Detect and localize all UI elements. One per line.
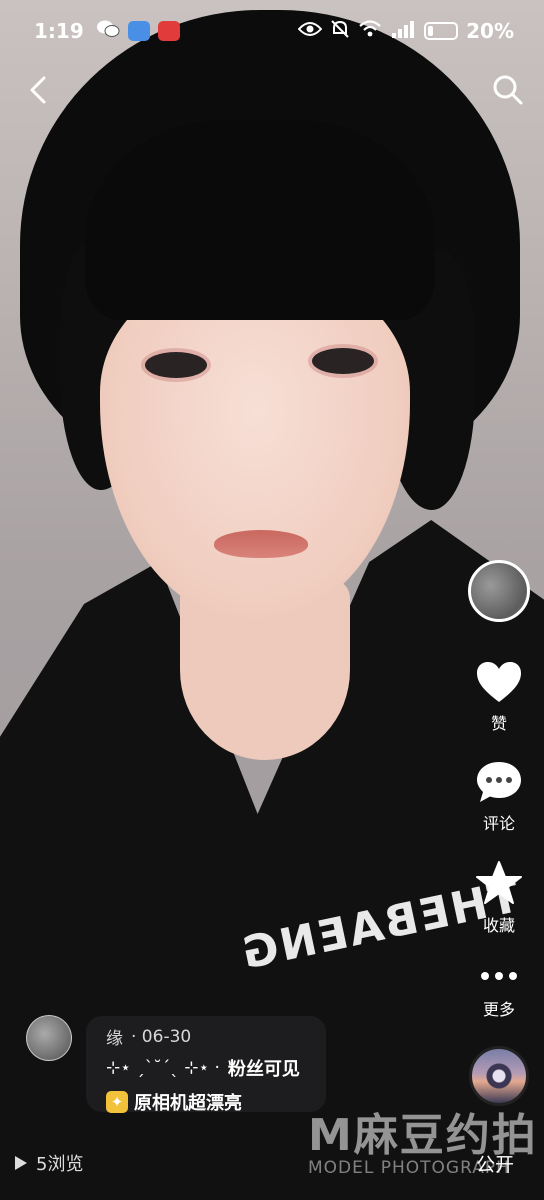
- favorite-label: 收藏: [482, 916, 515, 935]
- search-icon: [493, 75, 523, 105]
- status-bar: 1:19 20%: [0, 0, 544, 62]
- more-label: 更多: [482, 1000, 515, 1019]
- post-date: · 06-30: [131, 1026, 192, 1047]
- comment-button[interactable]: 评论: [475, 760, 523, 834]
- author-name[interactable]: 缘: [106, 1024, 123, 1049]
- eye-icon: [297, 20, 323, 42]
- status-time: 1:19: [34, 19, 84, 43]
- post-info-card[interactable]: 缘 · 06-30 ⊹⋆ ˏˋ˘ˊˎ ⊹⋆ · 粉丝可见 ✦ 原相机超漂亮: [86, 1016, 326, 1115]
- photo-eye-right: [312, 348, 374, 374]
- action-rail: 赞 评论 收藏 更多: [464, 560, 534, 1106]
- signal-5g-icon: [390, 19, 416, 44]
- heart-icon: [477, 662, 521, 702]
- battery-fill: [428, 26, 434, 36]
- message-icon: [127, 21, 150, 41]
- back-button[interactable]: [18, 70, 58, 110]
- post-tag[interactable]: 原相机超漂亮: [134, 1089, 242, 1115]
- chevron-left-icon: [30, 76, 46, 104]
- star-icon: [476, 861, 522, 904]
- wechat-icon: [96, 19, 120, 44]
- mute-icon: [330, 19, 350, 44]
- video-frame[interactable]: THEBAENG: [0, 0, 544, 1130]
- play-icon: [15, 1156, 27, 1170]
- battery-percent: 20%: [466, 19, 514, 43]
- photo-eye-left: [145, 352, 207, 378]
- author-avatar[interactable]: [26, 1015, 72, 1061]
- views-count[interactable]: 5浏览: [14, 1150, 83, 1176]
- photo-lips: [214, 530, 308, 558]
- creator-avatar[interactable]: [468, 560, 530, 622]
- visibility-text: 粉丝可见: [227, 1059, 300, 1080]
- more-dots-icon: [481, 962, 517, 990]
- more-button[interactable]: 更多: [481, 962, 517, 1020]
- search-button[interactable]: [488, 70, 528, 110]
- like-button[interactable]: 赞: [475, 660, 523, 734]
- public-button[interactable]: 公开: [476, 1150, 514, 1177]
- photo-bangs: [85, 120, 435, 320]
- sparkle-icon: ✦: [106, 1091, 128, 1113]
- like-label: 赞: [490, 714, 507, 733]
- comment-label: 评论: [482, 814, 515, 833]
- comment-icon: [477, 762, 521, 802]
- favorite-button[interactable]: 收藏: [475, 860, 523, 936]
- photo-face: [100, 270, 410, 620]
- music-disc-icon[interactable]: [469, 1046, 529, 1106]
- views-text: 5浏览: [36, 1154, 84, 1175]
- battery-icon: [424, 22, 459, 40]
- wifi-icon: [358, 19, 382, 44]
- caption-decoration: ⊹⋆ ˏˋ˘ˊˎ ⊹⋆ ·: [106, 1058, 220, 1078]
- app-red-icon: [157, 21, 180, 41]
